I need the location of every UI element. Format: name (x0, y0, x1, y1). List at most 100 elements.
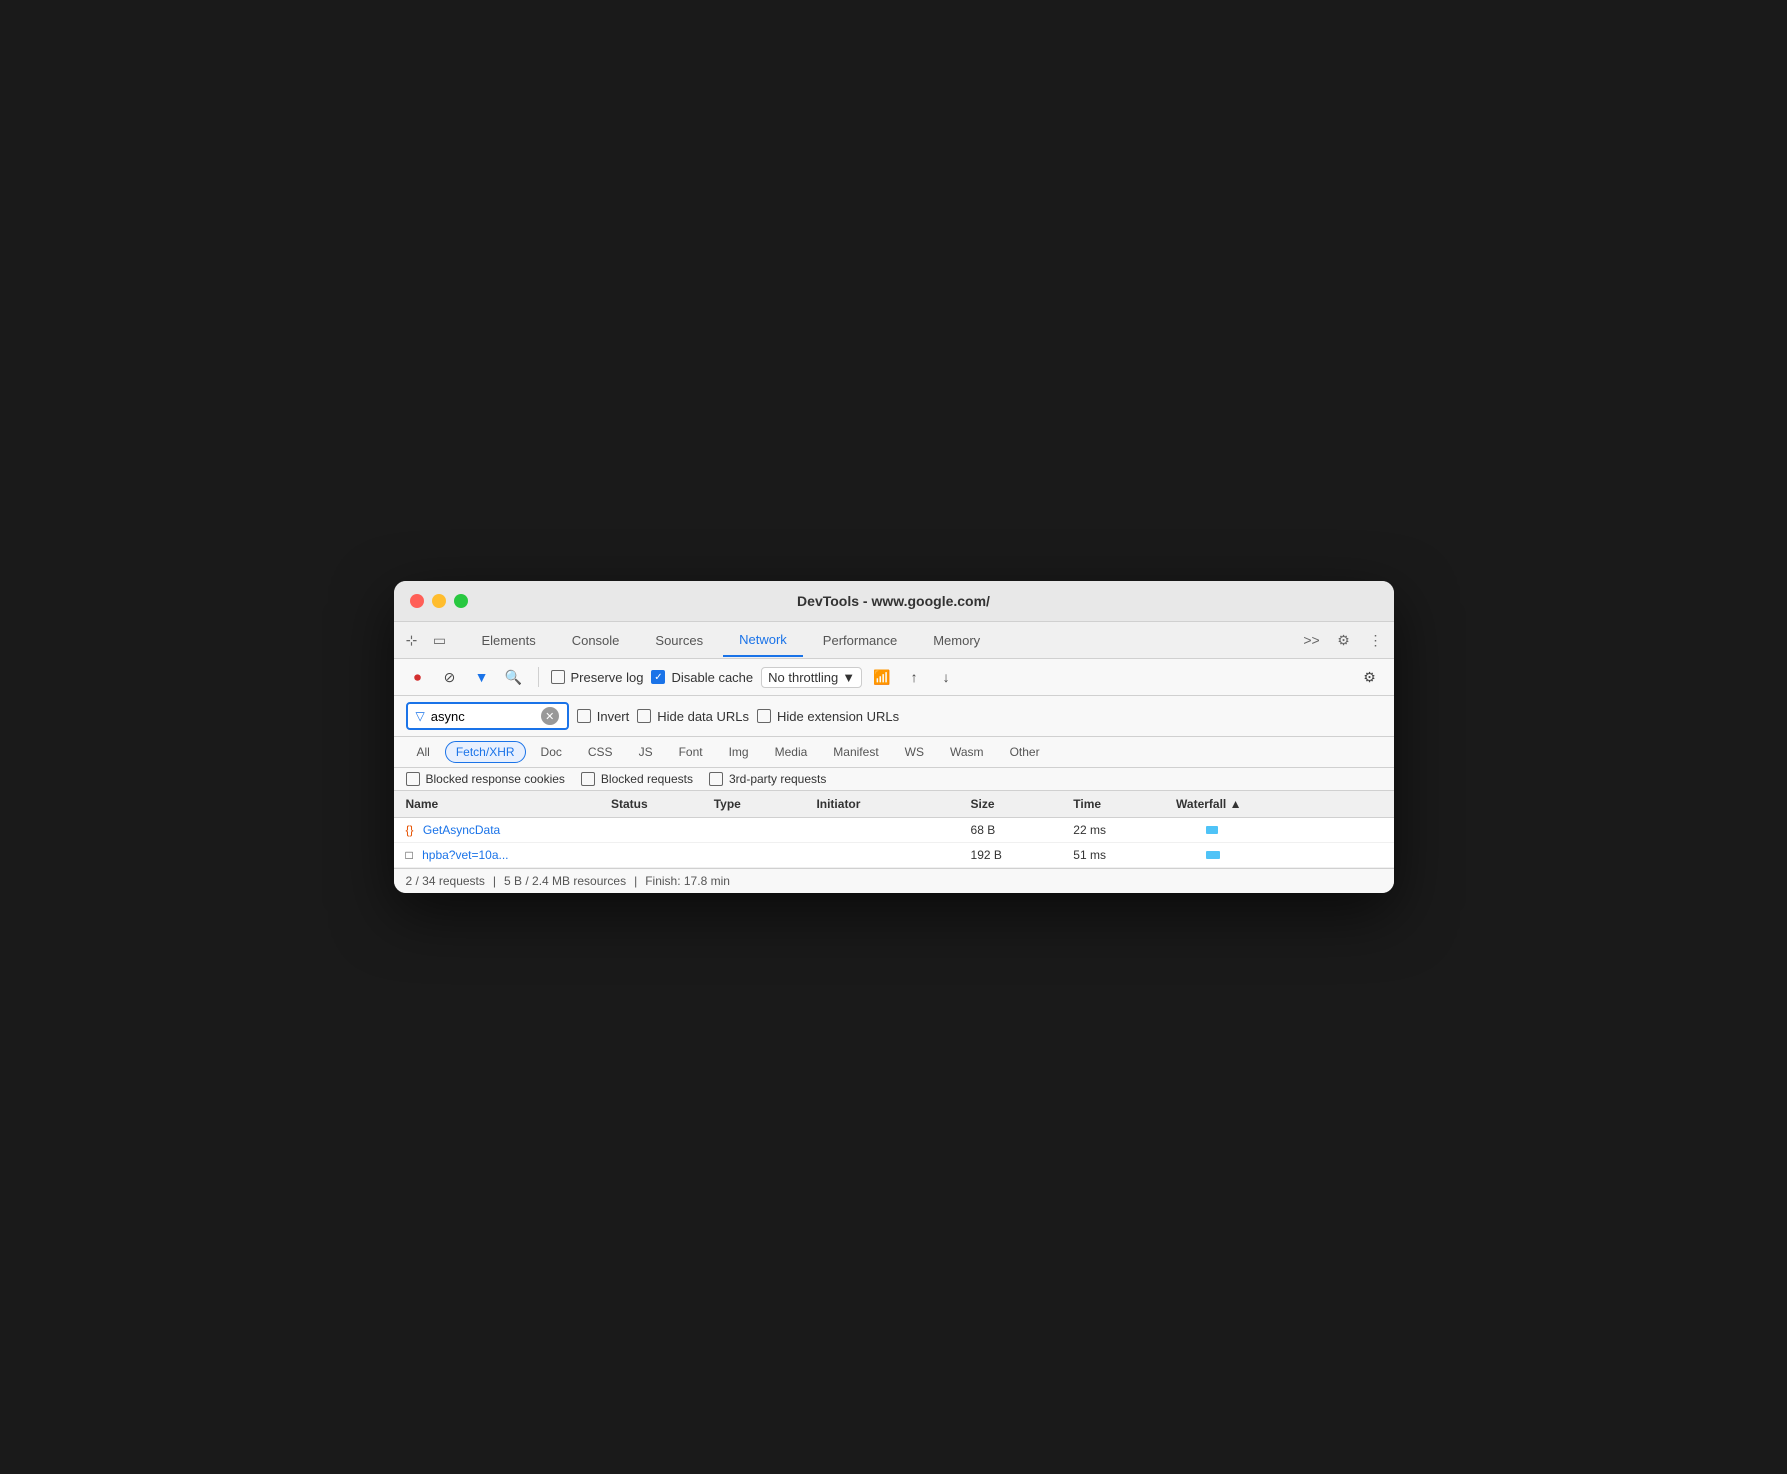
tab-all[interactable]: All (406, 741, 441, 763)
tab-memory[interactable]: Memory (917, 625, 996, 656)
throttle-select[interactable]: No throttling ▼ (761, 667, 862, 688)
header-size[interactable]: Size (971, 797, 1074, 811)
upload-icon[interactable]: ↑ (902, 665, 926, 689)
header-initiator[interactable]: Initiator (816, 797, 970, 811)
disable-cache-checkbox[interactable]: ✓ (651, 670, 665, 684)
blocked-requests-label: Blocked requests (601, 772, 693, 786)
tab-js[interactable]: JS (628, 741, 664, 763)
tab-performance[interactable]: Performance (807, 625, 913, 656)
hide-data-label: Hide data URLs (657, 709, 749, 724)
tab-other[interactable]: Other (999, 741, 1051, 763)
tab-wasm[interactable]: Wasm (939, 741, 995, 763)
request-count: 2 / 34 requests (406, 874, 485, 888)
status-separator2: | (634, 874, 637, 888)
header-name[interactable]: Name (406, 797, 611, 811)
header-time[interactable]: Time (1073, 797, 1176, 811)
table-header: Name Status Type Initiator Size Time Wat… (394, 791, 1394, 818)
resource-size: 5 B / 2.4 MB resources (504, 874, 626, 888)
blocked-cookies-label: Blocked response cookies (426, 772, 565, 786)
blocked-requests-checkbox[interactable] (581, 772, 595, 786)
header-type[interactable]: Type (714, 797, 817, 811)
row-time-1: 22 ms (1073, 823, 1176, 837)
table-row[interactable]: □ hpba?vet=10a... 192 B 51 ms (394, 843, 1394, 868)
invert-checkbox[interactable] (577, 709, 591, 723)
tab-img[interactable]: Img (718, 741, 760, 763)
tab-bar-right: >> ⚙ ⋮ (1302, 630, 1386, 650)
close-button[interactable] (410, 594, 424, 608)
tab-manifest[interactable]: Manifest (822, 741, 889, 763)
minimize-button[interactable] (432, 594, 446, 608)
doc-icon: □ (406, 848, 413, 862)
third-party-control[interactable]: 3rd-party requests (709, 772, 826, 786)
download-icon[interactable]: ↓ (934, 665, 958, 689)
blocked-requests-control[interactable]: Blocked requests (581, 772, 693, 786)
hide-data-control[interactable]: Hide data URLs (637, 709, 749, 724)
tab-network[interactable]: Network (723, 624, 803, 657)
settings-icon[interactable]: ⚙ (1334, 630, 1354, 650)
tab-sources[interactable]: Sources (639, 625, 719, 656)
toolbar: ⏺ ⊘ ▼ 🔍 Preserve log ✓ Disable cache No … (394, 659, 1394, 696)
search-icon[interactable]: 🔍 (502, 665, 526, 689)
disable-cache-label: Disable cache (671, 670, 753, 685)
status-bar: 2 / 34 requests | 5 B / 2.4 MB resources… (394, 868, 1394, 893)
header-waterfall[interactable]: Waterfall ▲ (1176, 797, 1381, 811)
maximize-button[interactable] (454, 594, 468, 608)
clear-button[interactable]: ⊘ (438, 665, 462, 689)
hide-data-checkbox[interactable] (637, 709, 651, 723)
invert-control[interactable]: Invert (577, 709, 630, 724)
preserve-log-checkbox[interactable] (551, 670, 565, 684)
header-status[interactable]: Status (611, 797, 714, 811)
disable-cache-control[interactable]: ✓ Disable cache (651, 670, 753, 685)
row-name-text-2: hpba?vet=10a... (422, 848, 508, 862)
preserve-log-control[interactable]: Preserve log (551, 670, 644, 685)
network-table: Name Status Type Initiator Size Time Wat… (394, 791, 1394, 868)
search-input[interactable] (431, 709, 531, 724)
tab-doc[interactable]: Doc (530, 741, 573, 763)
devtools-icons: ⊹ ▭ (402, 622, 450, 658)
row-time-2: 51 ms (1073, 848, 1176, 862)
hide-ext-checkbox[interactable] (757, 709, 771, 723)
tab-media[interactable]: Media (764, 741, 819, 763)
waterfall-segment-1 (1206, 826, 1218, 834)
row-size-2: 192 B (971, 848, 1074, 862)
inspect-icon[interactable]: ⊹ (402, 630, 422, 650)
tab-console[interactable]: Console (556, 625, 636, 656)
xhr-icon: {} (406, 823, 414, 837)
tab-css[interactable]: CSS (577, 741, 624, 763)
more-tabs-icon[interactable]: >> (1302, 630, 1322, 650)
tab-font[interactable]: Font (668, 741, 714, 763)
third-party-checkbox[interactable] (709, 772, 723, 786)
title-bar: DevTools - www.google.com/ (394, 581, 1394, 622)
waterfall-bar-1 (1176, 823, 1381, 837)
waterfall-segment-2 (1206, 851, 1220, 859)
tab-elements[interactable]: Elements (466, 625, 552, 656)
tab-fetch-xhr[interactable]: Fetch/XHR (445, 741, 526, 763)
filter-funnel-icon: ▽ (416, 709, 425, 723)
hide-ext-control[interactable]: Hide extension URLs (757, 709, 899, 724)
traffic-lights (410, 594, 468, 608)
blocked-cookies-control[interactable]: Blocked response cookies (406, 772, 565, 786)
waterfall-bar-2 (1176, 848, 1381, 862)
row-size-1: 68 B (971, 823, 1074, 837)
window-title: DevTools - www.google.com/ (797, 593, 990, 609)
filter-bar: ▽ ✕ Invert Hide data URLs Hide extension… (394, 696, 1394, 737)
row-waterfall-1 (1176, 823, 1381, 837)
chevron-down-icon: ▼ (842, 670, 855, 685)
blocked-cookies-checkbox[interactable] (406, 772, 420, 786)
search-box[interactable]: ▽ ✕ (406, 702, 569, 730)
device-icon[interactable]: ▭ (430, 630, 450, 650)
resource-tabs: All Fetch/XHR Doc CSS JS Font Img Media … (394, 737, 1394, 768)
network-settings-icon[interactable]: ⚙ (1358, 665, 1382, 689)
filter-icon[interactable]: ▼ (470, 665, 494, 689)
stop-recording-button[interactable]: ⏺ (406, 665, 430, 689)
table-row[interactable]: {} GetAsyncData 68 B 22 ms (394, 818, 1394, 843)
clear-search-button[interactable]: ✕ (541, 707, 559, 725)
devtools-menu-icon[interactable]: ⋮ (1366, 630, 1386, 650)
row-waterfall-2 (1176, 848, 1381, 862)
devtools-window: DevTools - www.google.com/ ⊹ ▭ Elements … (394, 581, 1394, 893)
tab-ws[interactable]: WS (894, 741, 935, 763)
wifi-icon[interactable]: 📶 (870, 665, 894, 689)
throttle-label: No throttling (768, 670, 838, 685)
row-name-2: □ hpba?vet=10a... (406, 848, 611, 862)
row-name-1: {} GetAsyncData (406, 823, 611, 837)
